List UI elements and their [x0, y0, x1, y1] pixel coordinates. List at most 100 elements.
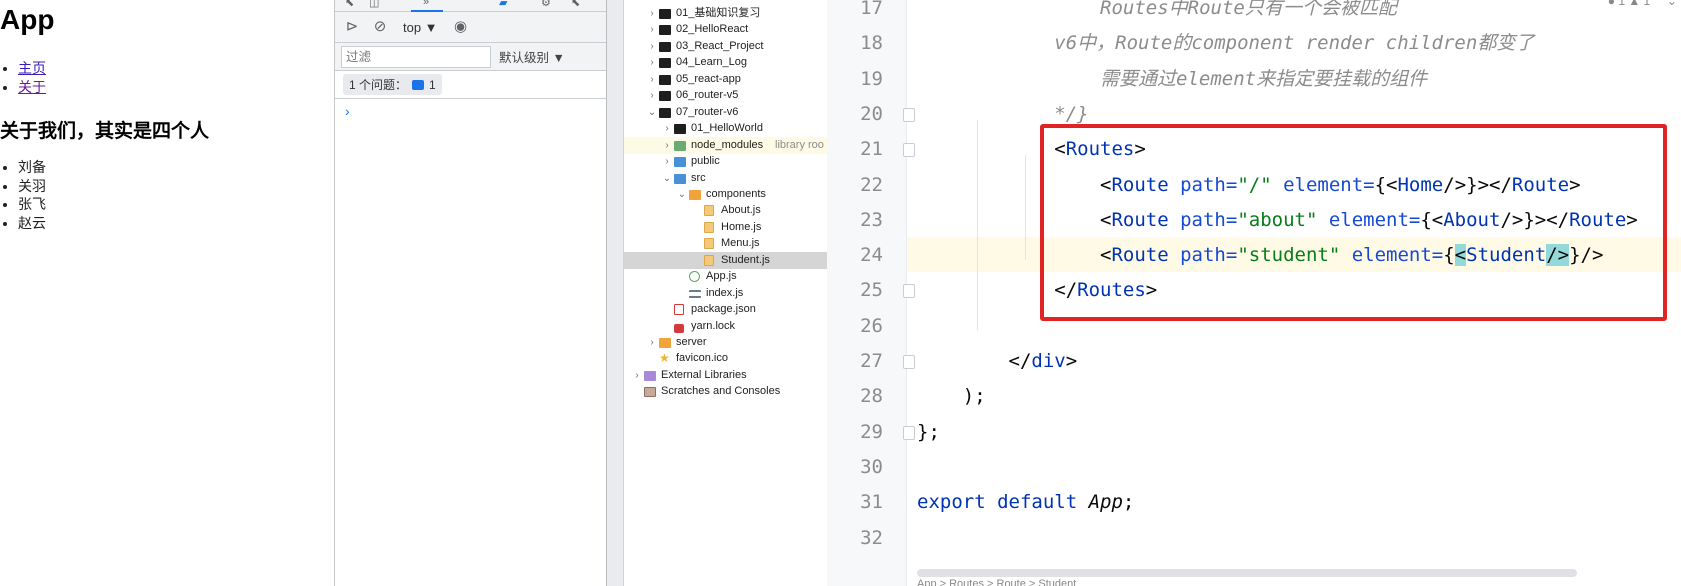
- tree-item[interactable]: ★ favicon.ico: [624, 350, 827, 368]
- tree-item[interactable]: ⌄ 07_router-v6: [624, 104, 827, 122]
- context-select[interactable]: top ▼: [399, 18, 442, 37]
- gear-icon[interactable]: ⚙: [541, 0, 551, 9]
- tree-item[interactable]: › 02_HelloReact: [624, 21, 827, 39]
- line-number: 26: [860, 314, 883, 337]
- inspection-widget[interactable]: ● 1 ▲ 1 ⌃ ⌄: [1608, 0, 1677, 8]
- tree-item[interactable]: index.js: [624, 285, 827, 303]
- code-token: };: [917, 420, 940, 443]
- issues-icon[interactable]: ▰: [499, 0, 507, 9]
- tree-item[interactable]: About.js: [624, 202, 827, 220]
- chevron-right-icon[interactable]: ›: [647, 71, 657, 89]
- log-level-select[interactable]: 默认级别 ▼: [499, 47, 565, 66]
- line-number: 32: [860, 526, 883, 549]
- chevron-down-icon[interactable]: ⌄: [677, 186, 687, 204]
- issues-count: 1: [429, 77, 436, 92]
- tree-item[interactable]: ⌄ src: [624, 170, 827, 188]
- fold-marker-icon[interactable]: [903, 425, 915, 440]
- folder-icon: [659, 41, 671, 52]
- clear-console-icon[interactable]: ⊘: [371, 18, 389, 36]
- chevron-right-icon[interactable]: ›: [647, 334, 657, 352]
- tree-item[interactable]: › 01_基础知识复习: [624, 5, 827, 23]
- filter-input[interactable]: [341, 45, 491, 68]
- tree-item[interactable]: › 05_react-app: [624, 71, 827, 89]
- code-token: */}: [917, 102, 1089, 125]
- line-number: 24: [860, 244, 883, 267]
- fold-marker-icon[interactable]: [903, 355, 915, 369]
- tree-item[interactable]: App.js: [624, 268, 827, 286]
- chevron-down-icon[interactable]: ⌄: [647, 104, 657, 122]
- inspect-element-icon[interactable]: ⬉: [345, 0, 354, 9]
- tree-item[interactable]: Menu.js: [624, 235, 827, 253]
- tree-item-label: App.js: [706, 270, 737, 283]
- tree-item-hint: library roo: [775, 138, 824, 151]
- cursor-icon[interactable]: ⬉: [571, 0, 580, 9]
- console-tab-icon[interactable]: »: [423, 0, 429, 8]
- message-icon: [412, 79, 425, 90]
- tree-item[interactable]: Student.js: [624, 251, 827, 270]
- code-line: </div>: [917, 344, 1078, 379]
- fold-marker-icon[interactable]: [903, 284, 915, 299]
- tree-item[interactable]: › public: [624, 153, 827, 171]
- chevron-right-icon[interactable]: ›: [662, 153, 672, 171]
- annotation-highlight-box: [1040, 124, 1667, 321]
- code-line: };: [917, 415, 940, 450]
- code-token: ;: [1122, 491, 1135, 514]
- tree-item[interactable]: yarn.lock: [624, 318, 827, 336]
- tree-item[interactable]: › External Libraries: [624, 367, 827, 385]
- line-number: 21: [860, 138, 883, 161]
- code-token: App: [1088, 491, 1123, 514]
- chevron-right-icon[interactable]: ›: [632, 367, 642, 385]
- tree-item[interactable]: › 06_router-v5: [624, 87, 827, 105]
- line-number: 31: [860, 491, 883, 514]
- tree-item[interactable]: › node_modules library roo: [624, 136, 827, 155]
- chevron-right-icon[interactable]: ›: [647, 5, 657, 23]
- tree-item-label: 02_HelloReact: [676, 23, 749, 36]
- tree-item[interactable]: Home.js: [624, 219, 827, 237]
- tree-item-label: server: [676, 336, 707, 348]
- code-token: v6中，Route的component render children都变了: [917, 32, 1535, 55]
- tree-item[interactable]: › 04_Learn_Log: [624, 54, 827, 72]
- tree-item[interactable]: › 03_React_Project: [624, 38, 827, 56]
- nav-link-about[interactable]: 关于: [18, 80, 46, 96]
- chevron-right-icon[interactable]: ›: [647, 87, 657, 105]
- folder-icon: [659, 91, 671, 102]
- chevron-right-icon[interactable]: ›: [662, 120, 672, 138]
- fold-marker-icon[interactable]: [903, 107, 915, 122]
- nav-item-home: 主页: [18, 60, 46, 79]
- sidebar-toggle-icon[interactable]: ⊳: [343, 18, 361, 36]
- console-prompt[interactable]: ›: [345, 103, 350, 119]
- file-icon: [644, 370, 656, 381]
- folder-icon: [659, 25, 671, 36]
- list-item: 刘备: [18, 159, 46, 178]
- chevron-right-icon[interactable]: ›: [647, 54, 657, 72]
- tree-item[interactable]: › server: [624, 334, 827, 352]
- folder-icon: [674, 140, 686, 151]
- chevron-right-icon[interactable]: ›: [647, 21, 657, 39]
- chevron-right-icon[interactable]: ›: [647, 38, 657, 56]
- nav-link-home[interactable]: 主页: [18, 61, 46, 77]
- file-icon: [689, 271, 700, 283]
- line-number: 23: [860, 208, 883, 231]
- fold-marker-icon[interactable]: [903, 143, 915, 158]
- tree-item[interactable]: package.json: [624, 301, 827, 319]
- file-icon: [704, 205, 714, 217]
- issues-label: 1 个问题：: [349, 78, 408, 92]
- folder-icon: [659, 338, 671, 348]
- breadcrumb[interactable]: App > Routes > Route > Student: [917, 578, 1076, 586]
- tree-item-label: Home.js: [721, 220, 762, 233]
- tree-item[interactable]: › 01_HelloWorld: [624, 120, 827, 138]
- line-number: 17: [860, 0, 883, 19]
- device-toolbar-icon[interactable]: ◫: [369, 0, 379, 9]
- tree-item[interactable]: ⌄ components: [624, 186, 827, 204]
- horizontal-scrollbar[interactable]: [917, 569, 1577, 577]
- ide-tool-strip: [606, 0, 624, 586]
- tree-item[interactable]: Scratches and Consoles: [624, 383, 827, 401]
- tree-item-label: 06_router-v5: [676, 89, 739, 102]
- chevron-down-icon[interactable]: ⌄: [662, 170, 672, 188]
- issues-button[interactable]: 1 个问题： 1: [343, 74, 442, 95]
- console-area[interactable]: ›: [335, 99, 606, 499]
- people-list: 刘备 关羽 张飞 赵云: [18, 159, 46, 233]
- eye-icon[interactable]: ◉: [452, 18, 470, 36]
- tree-item-label: Menu.js: [721, 237, 760, 250]
- chevron-right-icon[interactable]: ›: [662, 137, 672, 155]
